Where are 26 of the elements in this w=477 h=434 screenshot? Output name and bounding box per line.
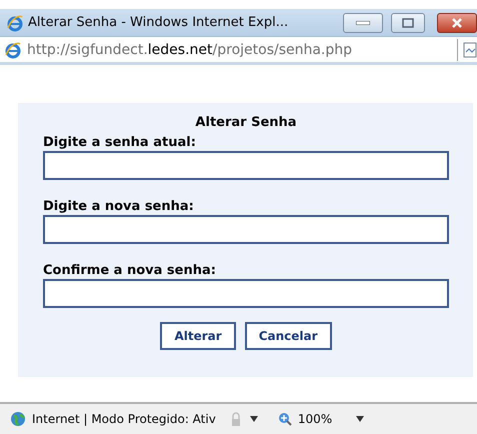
field-label: Digite a nova senha:	[43, 199, 195, 214]
security-zone[interactable]: Internet | Modo Protegido: Ativ	[32, 412, 216, 426]
minimize-button[interactable]	[343, 12, 383, 32]
close-button[interactable]	[437, 12, 477, 32]
browser-logo-icon	[6, 14, 24, 32]
field-label: Digite a senha atual:	[43, 135, 197, 150]
url-text[interactable]: http://sigfundect.ledes.net/projetos/senha.php	[27, 42, 452, 58]
dropdown-arrow-icon[interactable]	[250, 416, 258, 422]
cancel-button[interactable]: Cancelar	[244, 322, 332, 350]
password-field[interactable]	[43, 279, 449, 308]
maximize-icon	[402, 18, 414, 28]
password-field[interactable]	[43, 215, 449, 244]
field-label: Confirme a nova senha:	[43, 263, 217, 278]
maximize-button[interactable]	[391, 12, 425, 32]
password-field[interactable]	[43, 151, 449, 180]
dropdown-arrow-icon[interactable]	[356, 416, 364, 422]
form-title: Alterar Senha	[194, 115, 298, 130]
compatibility-icon[interactable]	[463, 42, 477, 58]
zoom-icon[interactable]	[278, 412, 292, 426]
window-title: Alterar Senha - Windows Internet Expl...	[28, 15, 290, 30]
globe-icon	[10, 411, 26, 427]
minimize-icon	[356, 20, 370, 24]
page-icon	[4, 40, 22, 58]
close-icon	[451, 16, 463, 28]
zoom-level[interactable]: 100%	[298, 412, 332, 426]
submit-button[interactable]: Alterar	[160, 322, 236, 350]
